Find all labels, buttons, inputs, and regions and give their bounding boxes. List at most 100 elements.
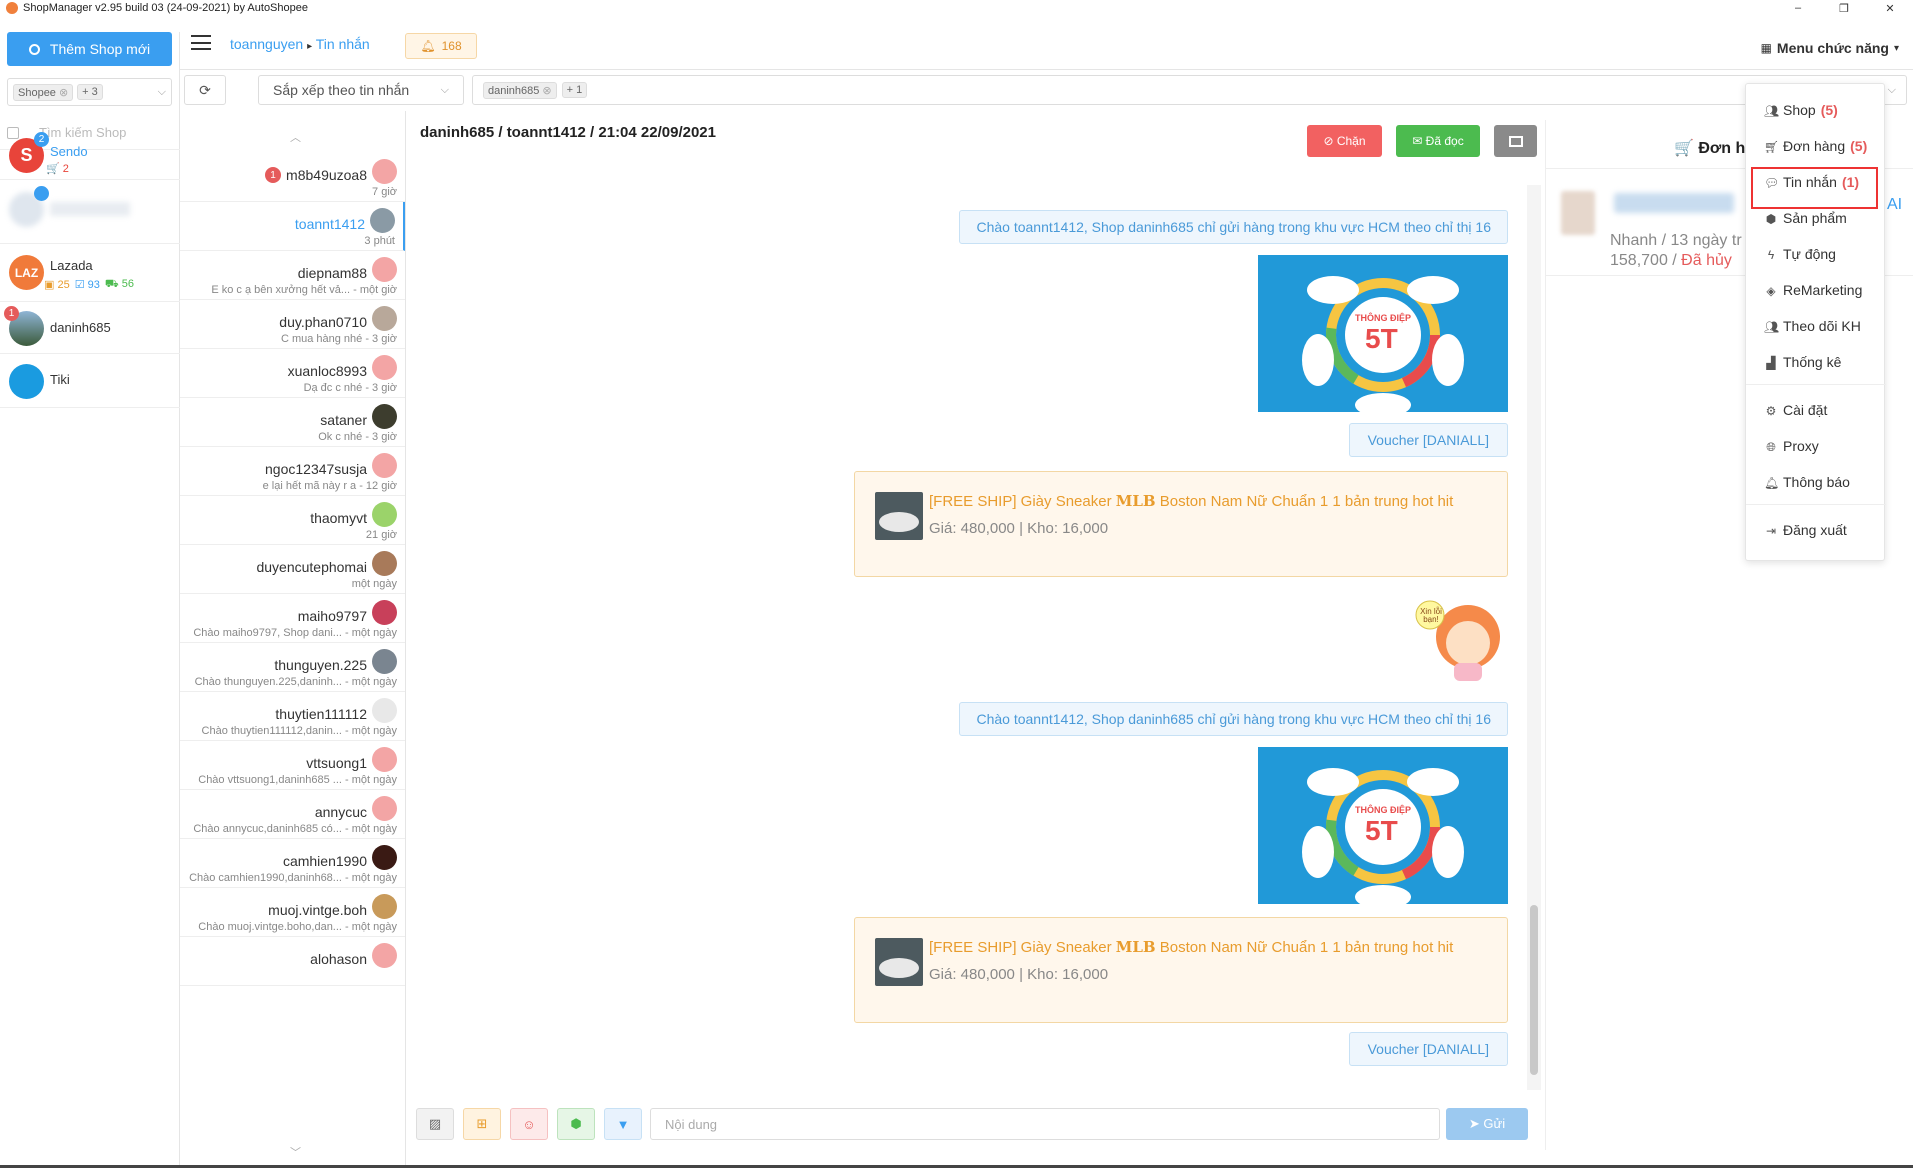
- mark-read-button[interactable]: ✉ Đã đọc: [1396, 125, 1480, 157]
- message-product-card[interactable]: [FREE SHIP] Giày Sneaker MLB Boston Nam …: [854, 917, 1508, 1023]
- conversation-item[interactable]: duy.phan0710 C mua hàng nhé - 3 giờ: [180, 300, 405, 349]
- notification-button[interactable]: 🔔︎ 168: [405, 33, 477, 59]
- conversation-item[interactable]: diepnam88 E ko c ạ bên xưởng hết vả... - …: [180, 251, 405, 300]
- conversation-item[interactable]: m8b49uzoa8 7 giờ 1: [180, 153, 405, 202]
- shop-name: Lazada: [50, 258, 93, 273]
- scroll-down-icon[interactable]: ﹀: [290, 1144, 301, 1160]
- scrollbar-thumb[interactable]: [1530, 905, 1538, 1075]
- close-button[interactable]: ✕: [1867, 0, 1913, 16]
- message-greeting: Chào toannt1412, Shop daninh685 chỉ gửi …: [959, 210, 1508, 244]
- menu-item-label: Tin nhắn: [1783, 174, 1837, 190]
- scroll-up-icon[interactable]: ︿: [290, 129, 301, 145]
- panel-icon: [1508, 135, 1523, 147]
- conversation-item[interactable]: xuanloc8993 Dạ đc c nhé - 3 giờ: [180, 349, 405, 398]
- shop-item-tiki[interactable]: Tiki: [0, 354, 180, 408]
- sort-select[interactable]: Sắp xếp theo tin nhắn ⌵: [258, 75, 464, 105]
- menu-item-đơn-hàng[interactable]: 🛒︎ Đơn hàng (5): [1764, 138, 1867, 154]
- product-meta: Giá: 480,000 | Kho: 16,000: [929, 520, 1109, 537]
- menu-item-tin-nhắn[interactable]: 💬︎ Tin nhắn (1): [1764, 174, 1859, 190]
- filter-tag-daninh685[interactable]: daninh685 ⊗: [483, 81, 557, 99]
- conversation-item[interactable]: muoj.vintge.boh Chào muoj.vintge.boho,dan…: [180, 888, 405, 937]
- product-meta: Giá: 480,000 | Kho: 16,000: [929, 966, 1109, 983]
- unread-badge: 1: [265, 167, 281, 183]
- cubes-button[interactable]: ⬢: [557, 1108, 595, 1140]
- conversation-item[interactable]: sataner Ok c nhé - 3 giờ: [180, 398, 405, 447]
- shop-item-hidden[interactable]: [0, 180, 180, 244]
- stat-pending: ▣ 25: [44, 279, 70, 291]
- menu-item-label: ReMarketing: [1783, 282, 1863, 298]
- conversation-item[interactable]: ngoc12347susja e lại hết mã này r a - 12 …: [180, 447, 405, 496]
- emoji-button[interactable]: ☺: [510, 1108, 548, 1140]
- shop-item-lazada[interactable]: LAZ Lazada ▣ 25 ☑ 93 ⛟ 56: [0, 244, 180, 302]
- toggle-panel-button[interactable]: [1494, 125, 1537, 157]
- chevron-down-icon[interactable]: ⌵: [158, 86, 166, 99]
- conversation-item[interactable]: camhien1990 Chào camhien1990,daninh68... …: [180, 839, 405, 888]
- product-title[interactable]: [FREE SHIP] Giày Sneaker MLB Boston Nam …: [929, 938, 1453, 956]
- user-avatar: [372, 404, 397, 429]
- menu-item-tự-động[interactable]: ϟ Tự động: [1764, 246, 1836, 262]
- menu-item-theo-dõi-kh[interactable]: 👥︎ Theo dõi KH: [1764, 318, 1861, 334]
- block-button[interactable]: ⊘ Chặn: [1307, 125, 1382, 157]
- conversation-item[interactable]: alohason: [180, 937, 405, 986]
- order-blurred-title: [1614, 193, 1734, 213]
- user-avatar: [372, 306, 397, 331]
- shop-filter-select[interactable]: daninh685 ⊗ + 1 ⌵: [472, 75, 1907, 105]
- cubes-icon: ⬢: [1765, 212, 1777, 226]
- user-avatar: [372, 894, 397, 919]
- conversation-item[interactable]: duyencutephomai một ngày: [180, 545, 405, 594]
- conversation-item[interactable]: thaomyvt 21 giờ: [180, 496, 405, 545]
- add-shop-button[interactable]: Thêm Shop mới: [7, 32, 172, 66]
- shop-item-sendo[interactable]: S 2 Sendo 🛒 2: [0, 128, 180, 180]
- conversation-item[interactable]: annycuc Chào annycuc,daninh685 có... - mộ…: [180, 790, 405, 839]
- menu-item-shop[interactable]: 👥︎ Shop (5): [1764, 102, 1838, 118]
- minimize-button[interactable]: –: [1775, 0, 1821, 16]
- menu-item-label: Tự động: [1783, 246, 1836, 262]
- filter-more-tag: + 3: [77, 84, 103, 100]
- image-upload-button[interactable]: ▨: [416, 1108, 454, 1140]
- menu-item-thông-báo[interactable]: 🔔︎ Thông báo: [1764, 474, 1850, 490]
- message-image[interactable]: THÔNG ĐIỆP 5T: [1258, 747, 1508, 904]
- send-button[interactable]: ➤ Gửi: [1446, 1108, 1528, 1140]
- conversation-item[interactable]: toannt1412 3 phút: [180, 202, 405, 251]
- menu-item-thống-kê[interactable]: ▟ Thống kê: [1764, 354, 1841, 370]
- remove-tag-icon[interactable]: ⊗: [542, 85, 551, 97]
- menu-item-cài-đặt[interactable]: ⚙ Cài đặt: [1764, 402, 1828, 418]
- message-input[interactable]: Nội dung: [650, 1108, 1440, 1140]
- gift-icon: ⊞: [476, 1116, 488, 1131]
- conversation-item[interactable]: maiho9797 Chào maiho9797, Shop dani... - …: [180, 594, 405, 643]
- refresh-button[interactable]: ⟳: [184, 75, 226, 105]
- user-avatar: [372, 845, 397, 870]
- menu-item-label: Cài đặt: [1783, 402, 1828, 418]
- conversation-item[interactable]: thunguyen.225 Chào thunguyen.225,daninh..…: [180, 643, 405, 692]
- filter-tag-shopee[interactable]: Shopee ⊗: [13, 83, 74, 101]
- breadcrumb-separator-icon: ▸: [307, 41, 313, 52]
- conversation-username: vttsuong1: [306, 755, 367, 771]
- hamburger-menu-icon[interactable]: [191, 35, 211, 50]
- refresh-icon: ⟳: [199, 81, 211, 98]
- product-button[interactable]: ⊞: [463, 1108, 501, 1140]
- conversation-username: thaomyvt: [310, 510, 367, 526]
- bookmark-button[interactable]: ▼: [604, 1108, 642, 1140]
- conversation-item[interactable]: vttsuong1 Chào vttsuong1,daninh685 ... - …: [180, 741, 405, 790]
- poster-label: THÔNG ĐIỆP: [1355, 805, 1412, 815]
- message-image[interactable]: THÔNG ĐIỆP 5T: [1258, 255, 1508, 412]
- menu-item-đăng-xuất[interactable]: ⇥ Đăng xuất: [1764, 522, 1847, 538]
- message-voucher[interactable]: Voucher [DANIALL]: [1348, 423, 1508, 457]
- menu-item-sản-phẩm[interactable]: ⬢ Sản phẩm: [1764, 210, 1847, 226]
- add-shop-label: Thêm Shop mới: [49, 41, 151, 57]
- function-menu-dropdown: 👥︎ Shop (5) 🛒︎ Đơn hàng (5) 💬︎ Tin nhắn (1) ⬢ Sản …: [1745, 83, 1886, 561]
- message-product-card[interactable]: [FREE SHIP] Giày Sneaker MLB Boston Nam …: [854, 471, 1508, 577]
- shop-item-daninh685[interactable]: 1 daninh685: [0, 302, 180, 354]
- message-voucher[interactable]: Voucher [DANIALL]: [1348, 1032, 1508, 1066]
- cart-icon: 🛒︎: [1764, 140, 1780, 154]
- breadcrumb-user[interactable]: toannguyen: [230, 36, 303, 52]
- function-menu-toggle[interactable]: ▦ Menu chức năng ▾: [1761, 40, 1899, 56]
- conversation-item[interactable]: thuytien111112 Chào thuytien111112,danin.…: [180, 692, 405, 741]
- shop-platform-filter[interactable]: Shopee ⊗ + 3 ⌵: [7, 78, 172, 106]
- menu-item-remarketing[interactable]: ◈ ReMarketing: [1764, 282, 1862, 298]
- chat-scrollbar[interactable]: [1527, 185, 1541, 1090]
- restore-button[interactable]: ❐: [1821, 0, 1867, 16]
- remove-tag-icon[interactable]: ⊗: [59, 87, 68, 99]
- product-title[interactable]: [FREE SHIP] Giày Sneaker MLB Boston Nam …: [929, 492, 1453, 510]
- menu-item-proxy[interactable]: 🌐︎ Proxy: [1764, 438, 1819, 454]
